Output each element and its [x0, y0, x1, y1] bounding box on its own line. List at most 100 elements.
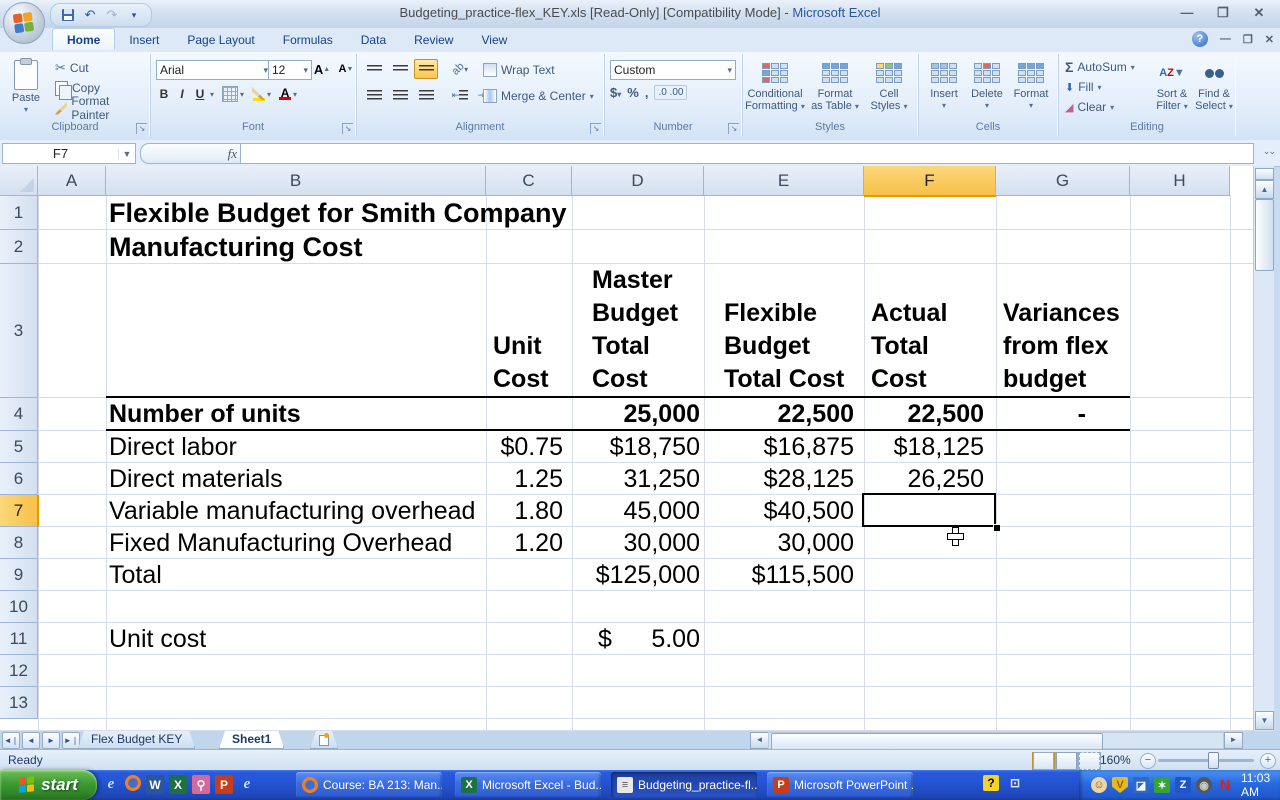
zoom-slider-handle[interactable]	[1208, 752, 1219, 769]
display-switch-icon[interactable]: ⊡	[1007, 775, 1023, 791]
sheet-tab-sheet1[interactable]: Sheet1	[219, 731, 284, 749]
row-header-5[interactable]: 5	[0, 431, 38, 463]
orientation-button[interactable]: ab ▾	[448, 59, 472, 79]
row-header-9[interactable]: 9	[0, 559, 38, 591]
cell-B2[interactable]: Manufacturing Cost	[106, 230, 709, 264]
comma-style-button[interactable]: ,	[645, 85, 649, 100]
align-right-button[interactable]	[414, 85, 438, 105]
column-header-A[interactable]: A	[38, 166, 106, 196]
column-header-G[interactable]: G	[996, 166, 1130, 196]
restore-button[interactable]: ❐	[1210, 5, 1236, 21]
fill-button[interactable]: ⬇ Fill ▾	[1062, 77, 1138, 97]
cell-E6[interactable]: $28,125	[704, 463, 854, 495]
insert-cells-button[interactable]: Insert ▾	[924, 58, 964, 112]
accounting-format-button[interactable]: $▾	[610, 85, 621, 100]
novell-icon[interactable]: N	[1217, 777, 1233, 794]
cell-E7[interactable]: $40,500	[704, 495, 854, 527]
cell-B1[interactable]: Flexible Budget for Smith Company	[106, 196, 709, 230]
cell-E4[interactable]: 22,500	[704, 398, 854, 431]
zoom-level-label[interactable]: 160%	[1100, 753, 1131, 767]
cell-D6[interactable]: 31,250	[572, 463, 700, 495]
cell-D9[interactable]: $125,000	[572, 559, 700, 591]
expand-formula-bar-icon[interactable]: ⌄⌄	[1263, 146, 1276, 157]
sort-filter-button[interactable]: A Z ▼ Sort & Filter ▾	[1150, 58, 1194, 113]
ribbon-tab-page-layout[interactable]: Page Layout	[173, 29, 268, 50]
firefox-icon[interactable]	[125, 775, 141, 791]
cell-styles-button[interactable]: Cell Styles ▾	[864, 58, 914, 113]
paste-button[interactable]: Paste ▾	[4, 58, 48, 118]
ribbon-tab-data[interactable]: Data	[347, 29, 400, 50]
font-color-button[interactable]: A	[279, 87, 292, 100]
volume-icon[interactable]: ◉	[1196, 777, 1212, 793]
network-icon[interactable]: ◪	[1133, 777, 1149, 793]
ribbon-tab-review[interactable]: Review	[400, 29, 467, 50]
antivirus-shield-icon[interactable]: V	[1112, 777, 1128, 793]
cell-F5[interactable]: $18,125	[864, 431, 984, 463]
powerpoint-icon[interactable]: P	[215, 775, 233, 794]
row-header-13[interactable]: 13	[0, 687, 38, 719]
align-center-button[interactable]	[388, 85, 412, 105]
internet-explorer-icon[interactable]: e	[102, 775, 120, 794]
excel-icon[interactable]: X	[169, 775, 187, 794]
last-sheet-button[interactable]: ►❘	[62, 732, 80, 749]
page-break-view-button[interactable]	[1078, 752, 1101, 770]
row-header-4[interactable]: 4	[0, 398, 38, 431]
row-header-6[interactable]: 6	[0, 463, 38, 495]
wrap-text-button[interactable]: Wrap Text	[480, 60, 558, 80]
delete-cells-button[interactable]: Delete ▾	[966, 58, 1008, 112]
name-box-dropdown[interactable]: ▼	[118, 148, 135, 159]
vertical-scroll-thumb[interactable]	[1255, 199, 1274, 271]
first-sheet-button[interactable]: ◄❘	[2, 732, 20, 749]
column-header-F[interactable]: F	[864, 166, 996, 197]
underline-dropdown[interactable]: ▾	[210, 90, 214, 99]
select-all-corner[interactable]	[0, 166, 38, 196]
help-icon[interactable]: ?	[1191, 31, 1208, 47]
column-header-C[interactable]: C	[486, 166, 572, 196]
italic-button[interactable]: I	[174, 87, 190, 101]
cell-D8[interactable]: 30,000	[572, 527, 700, 559]
cell-C6[interactable]: 1.25	[486, 463, 563, 495]
next-sheet-button[interactable]: ►	[42, 732, 60, 749]
decimal-buttons[interactable]: .0 .00	[654, 85, 688, 100]
horizontal-scroll-track[interactable]	[768, 732, 1224, 750]
cell-F4[interactable]: 22,500	[864, 398, 984, 431]
font-size-select[interactable]: 12 ▾	[268, 60, 312, 80]
cut-button[interactable]: ✂ Cut	[52, 58, 150, 78]
clear-button[interactable]: ◢ Clear ▾	[1062, 97, 1138, 117]
close-button[interactable]: ✕	[1246, 5, 1272, 21]
column-header-H[interactable]: H	[1130, 166, 1230, 196]
number-format-select[interactable]: Custom ▾	[610, 60, 736, 80]
alignment-dialog-launcher[interactable]: ↘	[590, 123, 601, 134]
split-handle[interactable]	[1255, 168, 1274, 180]
ribbon-tab-home[interactable]: Home	[52, 28, 116, 50]
minimize-button[interactable]: —	[1174, 5, 1200, 21]
fill-color-button[interactable]	[252, 87, 265, 101]
cell-C5[interactable]: $0.75	[486, 431, 563, 463]
taskbar-button-3[interactable]: ≡ Budgeting_practice-fl...	[611, 772, 757, 798]
taskbar-button-1[interactable]: Course: BA 213: Man...	[296, 772, 442, 798]
decrease-indent-button[interactable]: ⇤	[448, 85, 472, 105]
updates-icon[interactable]: ✶	[1154, 777, 1170, 793]
format-painter-button[interactable]: Format Painter	[52, 94, 150, 122]
row-header-1[interactable]: 1	[0, 196, 38, 230]
align-left-button[interactable]	[362, 85, 386, 105]
workbook-minimize-button[interactable]: —	[1220, 33, 1231, 45]
borders-button[interactable]	[222, 86, 239, 102]
normal-view-button[interactable]	[1032, 752, 1055, 770]
row-header-3[interactable]: 3	[0, 264, 38, 398]
key-icon[interactable]: ⚲	[192, 775, 210, 794]
taskbar-button-4[interactable]: P Microsoft PowerPoint ...	[767, 772, 913, 798]
grow-font-button[interactable]: A ▲	[310, 59, 334, 79]
bold-button[interactable]: B	[156, 87, 172, 101]
cell-E5[interactable]: $16,875	[704, 431, 854, 463]
zone-icon[interactable]: Z	[1175, 777, 1191, 793]
format-as-table-button[interactable]: Format as Table ▾	[808, 58, 862, 113]
messenger-icon[interactable]: ☺	[1091, 777, 1107, 793]
cell-D11[interactable]: $5.00	[572, 623, 700, 655]
zoom-slider-track[interactable]	[1158, 759, 1254, 762]
cell-E3[interactable]: Flexible Budget Total Cost	[704, 264, 864, 398]
office-button[interactable]	[3, 2, 45, 44]
fill-handle[interactable]	[993, 524, 1000, 531]
row-header-10[interactable]: 10	[0, 591, 38, 623]
taskbar-button-2[interactable]: X Microsoft Excel - Bud...	[455, 772, 601, 798]
